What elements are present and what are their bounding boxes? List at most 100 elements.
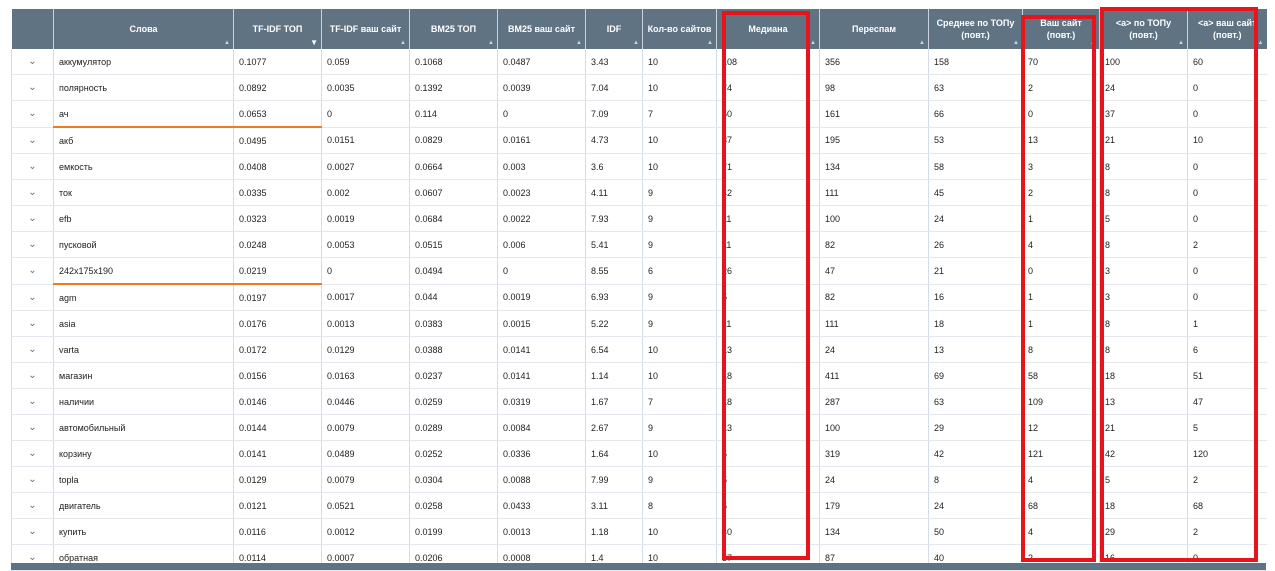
sort-asc-icon[interactable]: ▲ <box>1178 40 1184 46</box>
chevron-down-icon[interactable]: ⌄ <box>11 127 54 154</box>
cell-tfidf-top: 0.0653 <box>233 100 322 128</box>
column-header-tfidf-site[interactable]: TF-IDF ваш сайт ▲ <box>321 9 410 49</box>
sort-asc-icon[interactable]: ▲ <box>576 40 582 46</box>
cell-tfidf-site: 0.0489 <box>321 440 410 467</box>
table-footer-bar <box>11 563 1266 570</box>
chevron-down-icon[interactable]: ⌄ <box>11 466 54 493</box>
table-row[interactable]: ⌄ купить 0.0116 0.0012 0.0199 0.0013 1.18 10 40 1… <box>11 518 1267 545</box>
column-header-tfidf-top[interactable]: TF-IDF ТОП ▼ <box>233 9 322 49</box>
chevron-down-icon[interactable]: ⌄ <box>11 492 54 519</box>
keyword-cell: efb <box>53 205 234 232</box>
table-row[interactable]: ⌄ акб 0.0495 0.0151 0.0829 0.0161 4.73 10 37 195 5… <box>11 127 1267 154</box>
cell-anchor-top: 42 <box>1099 440 1188 467</box>
sort-asc-icon[interactable]: ▲ <box>488 40 494 46</box>
sort-asc-icon[interactable]: ▲ <box>1090 40 1096 46</box>
column-header-idf[interactable]: IDF ▲ <box>585 9 643 49</box>
table-row[interactable]: ⌄ efb 0.0323 0.0019 0.0684 0.0022 7.93 9 11 100 24… <box>11 205 1267 232</box>
cell-overspam: 82 <box>819 284 929 311</box>
table-row[interactable]: ⌄ наличии 0.0146 0.0446 0.0259 0.0319 1.67 7 18 2… <box>11 388 1267 415</box>
table-row[interactable]: ⌄ корзину 0.0141 0.0489 0.0252 0.0336 1.64 10 5 3… <box>11 440 1267 467</box>
cell-bm25-site: 0.0433 <box>497 492 586 519</box>
column-header-anchor-top[interactable]: <a> по ТОПу (повт.) ▲ <box>1099 9 1188 49</box>
sort-asc-icon[interactable]: ▲ <box>707 40 713 46</box>
cell-sites-count: 10 <box>642 362 717 389</box>
chevron-down-icon[interactable]: ⌄ <box>11 231 54 258</box>
cell-your-site: 2 <box>1022 74 1100 101</box>
cell-anchor-site: 2 <box>1187 466 1267 493</box>
chevron-down-icon[interactable]: ⌄ <box>11 179 54 206</box>
sort-desc-icon[interactable]: ▼ <box>310 39 318 47</box>
table-row[interactable]: ⌄ asia 0.0176 0.0013 0.0383 0.0015 5.22 9 11 111 1… <box>11 310 1267 337</box>
chevron-down-icon[interactable]: ⌄ <box>11 336 54 363</box>
chevron-down-icon[interactable]: ⌄ <box>11 153 54 180</box>
table-row[interactable]: ⌄ емкость 0.0408 0.0027 0.0664 0.003 3.6 10 71 13… <box>11 153 1267 180</box>
cell-sites-count: 9 <box>642 284 717 311</box>
sort-asc-icon[interactable]: ▲ <box>224 40 230 46</box>
chevron-down-icon[interactable]: ⌄ <box>11 414 54 441</box>
sort-asc-icon[interactable]: ▲ <box>1258 40 1264 46</box>
cell-bm25-site: 0.0015 <box>497 310 586 337</box>
chevron-down-icon[interactable]: ⌄ <box>11 310 54 337</box>
column-header-sites-count[interactable]: Кол-во сайтов ▲ <box>642 9 717 49</box>
cell-anchor-top: 21 <box>1099 414 1188 441</box>
cell-your-site: 3 <box>1022 153 1100 180</box>
cell-idf: 1.67 <box>585 388 643 415</box>
cell-bm25-top: 0.1068 <box>409 49 498 75</box>
table-row[interactable]: ⌄ ач 0.0653 0 0.114 0 7.09 7 50 161 66 0 37 0 <box>11 100 1267 128</box>
column-header-words[interactable]: Слова ▲ <box>53 9 234 49</box>
table-row[interactable]: ⌄ agm 0.0197 0.0017 0.044 0.0019 6.93 9 5 82 16 1 3 0 <box>11 284 1267 311</box>
cell-avg-top: 63 <box>928 74 1023 101</box>
cell-sites-count: 9 <box>642 466 717 493</box>
chevron-down-icon[interactable]: ⌄ <box>11 100 54 128</box>
table-row[interactable]: ⌄ двигатель 0.0121 0.0521 0.0258 0.0433 3.11 8 5… <box>11 492 1267 519</box>
sort-asc-icon[interactable]: ▲ <box>919 40 925 46</box>
table-header: Слова ▲ TF-IDF ТОП ▼ TF-IDF ваш сайт ▲ BM25 ТО… <box>11 9 1267 49</box>
table-row[interactable]: ⌄ автомобильный 0.0144 0.0079 0.0289 0.0084 2.… <box>11 414 1267 441</box>
cell-idf: 7.99 <box>585 466 643 493</box>
table-row[interactable]: ⌄ полярность 0.0892 0.0035 0.1392 0.0039 7.04 1… <box>11 74 1267 101</box>
sort-asc-icon[interactable]: ▲ <box>810 40 816 46</box>
table-row[interactable]: ⌄ аккумулятор 0.1077 0.059 0.1068 0.0487 3.43 1… <box>11 49 1267 75</box>
chevron-down-icon[interactable]: ⌄ <box>11 257 54 285</box>
column-header-overspam[interactable]: Переспам ▲ <box>819 9 929 49</box>
chevron-down-icon[interactable]: ⌄ <box>11 74 54 101</box>
sort-asc-icon[interactable]: ▲ <box>633 40 639 46</box>
column-header-your-site[interactable]: Ваш сайт (повт.) ▲ <box>1022 9 1100 49</box>
cell-your-site: 1 <box>1022 205 1100 232</box>
column-header-avg-top[interactable]: Среднее по ТОПу (повт.) ▲ <box>928 9 1023 49</box>
column-header-bm25-top[interactable]: BM25 ТОП ▲ <box>409 9 498 49</box>
column-header-median[interactable]: Медиана ▲ <box>716 9 820 49</box>
chevron-down-icon[interactable]: ⌄ <box>11 388 54 415</box>
chevron-down-icon[interactable]: ⌄ <box>11 284 54 311</box>
cell-bm25-site: 0.0141 <box>497 336 586 363</box>
table-row[interactable]: ⌄ varta 0.0172 0.0129 0.0388 0.0141 6.54 10 13 24… <box>11 336 1267 363</box>
cell-overspam: 179 <box>819 492 929 519</box>
column-header-label: TF-IDF ТОП <box>252 24 303 34</box>
sort-asc-icon[interactable]: ▲ <box>1013 40 1019 46</box>
cell-idf: 3.43 <box>585 49 643 75</box>
cell-bm25-top: 0.0494 <box>409 257 498 285</box>
cell-tfidf-site: 0.002 <box>321 179 410 206</box>
sort-asc-icon[interactable]: ▲ <box>400 40 406 46</box>
cell-tfidf-site: 0.0079 <box>321 466 410 493</box>
chevron-down-icon[interactable]: ⌄ <box>11 440 54 467</box>
chevron-down-icon[interactable]: ⌄ <box>11 362 54 389</box>
chevron-down-icon[interactable]: ⌄ <box>11 49 54 75</box>
chevron-down-icon[interactable]: ⌄ <box>11 205 54 232</box>
cell-tfidf-site: 0.0019 <box>321 205 410 232</box>
column-header-anchor-site[interactable]: <a> ваш сайт (повт.) ▲ <box>1187 9 1267 49</box>
cell-your-site: 2 <box>1022 179 1100 206</box>
table-row[interactable]: ⌄ магазин 0.0156 0.0163 0.0237 0.0141 1.14 10 18… <box>11 362 1267 389</box>
cell-bm25-top: 0.0252 <box>409 440 498 467</box>
column-header-label: Кол-во сайтов <box>647 24 712 34</box>
cell-overspam: 24 <box>819 466 929 493</box>
column-header-bm25-site[interactable]: BM25 ваш сайт ▲ <box>497 9 586 49</box>
column-header-expand <box>11 9 54 49</box>
chevron-down-icon[interactable]: ⌄ <box>11 518 54 545</box>
table-row[interactable]: ⌄ ток 0.0335 0.002 0.0607 0.0023 4.11 9 42 111 45 2… <box>11 179 1267 206</box>
cell-overspam: 111 <box>819 310 929 337</box>
table-row[interactable]: ⌄ topla 0.0129 0.0079 0.0304 0.0088 7.99 9 5 24 8 4… <box>11 466 1267 493</box>
cell-tfidf-site: 0.0151 <box>321 127 410 154</box>
table-row[interactable]: ⌄ пусковой 0.0248 0.0053 0.0515 0.006 5.41 9 11 8… <box>11 231 1267 258</box>
table-row[interactable]: ⌄ 242x175x190 0.0219 0 0.0494 0 8.55 6 26 47 21 0 3 0 <box>11 257 1267 285</box>
